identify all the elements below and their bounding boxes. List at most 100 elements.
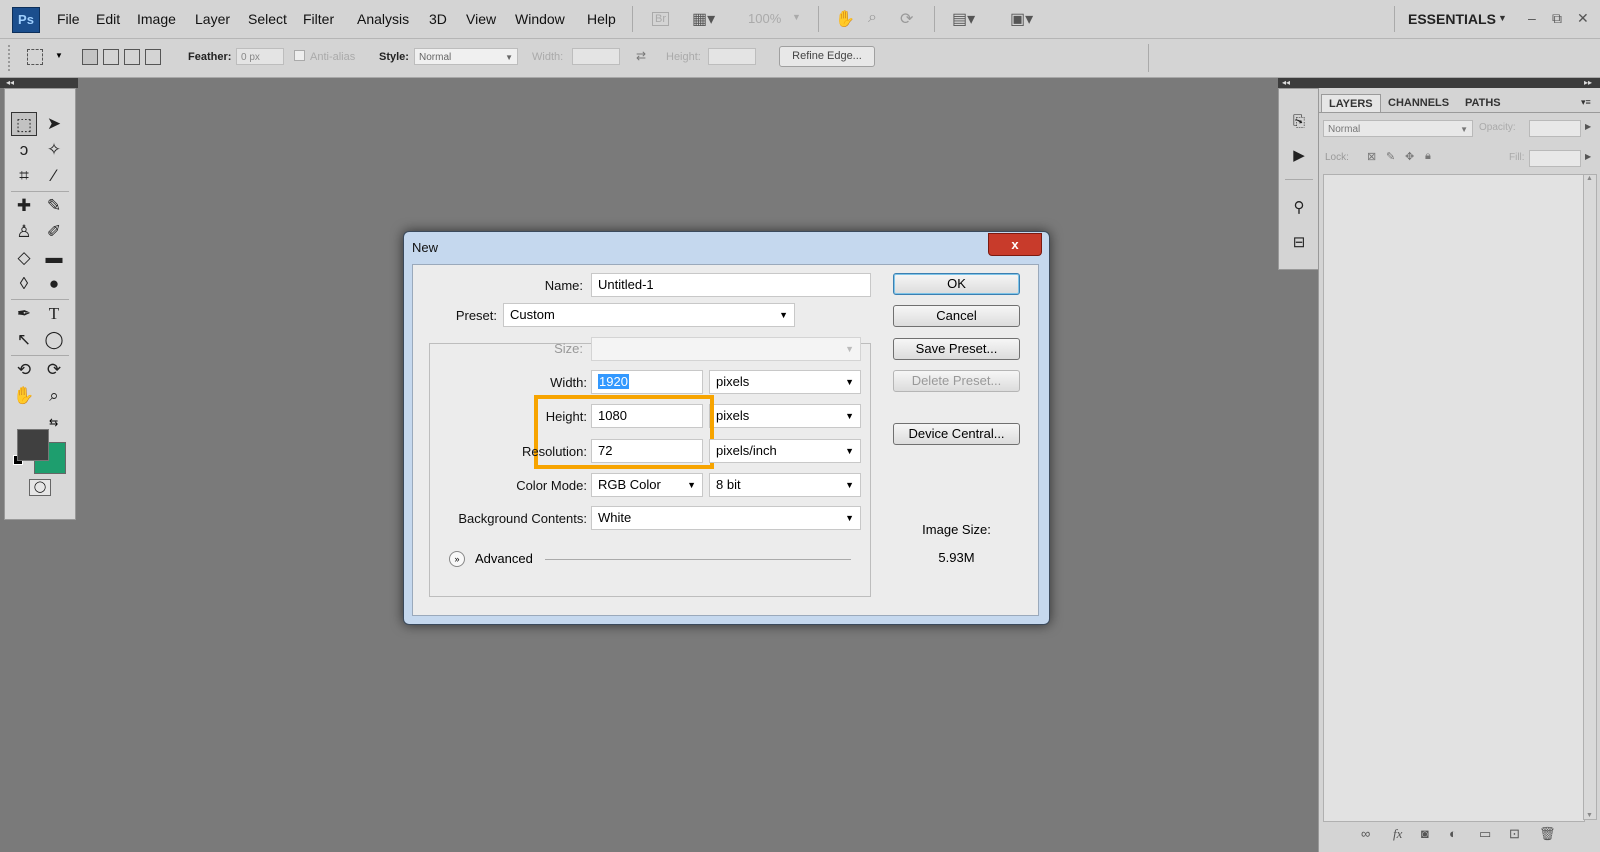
zoom-level[interactable]: 100% [748,11,781,26]
3d-rotate-tool-icon[interactable]: ⟲ [11,358,37,382]
tab-layers[interactable]: LAYERS [1321,94,1381,113]
new-layer-icon[interactable]: ⊡ [1509,826,1520,842]
magic-wand-tool-icon[interactable]: ✧ [41,138,67,162]
clone-stamp-tool-icon[interactable]: ♙ [11,220,37,244]
masks-panel-icon[interactable]: ⊟ [1288,232,1310,254]
height-input[interactable] [708,48,756,65]
layers-list[interactable] [1323,174,1585,822]
dialog-close-button[interactable]: x [988,233,1042,256]
link-layers-icon[interactable]: ∞ [1361,826,1370,841]
resolution-input[interactable]: 72 [591,439,703,463]
opacity-input[interactable] [1529,120,1581,137]
screen-layout-icon[interactable]: ▣▾ [1010,9,1033,29]
advanced-expand-icon[interactable]: » [449,551,465,567]
name-input[interactable]: Untitled-1 [591,273,871,297]
style-select[interactable]: Normal ▼ [414,48,518,65]
quick-mask-icon[interactable]: ◯ [29,479,51,496]
menu-help[interactable]: Help [587,11,616,27]
gradient-tool-icon[interactable]: ▬ [41,246,67,270]
type-tool-icon[interactable]: T [41,302,67,326]
close-icon[interactable]: ✕ [1577,10,1589,27]
width-input[interactable]: 1920 [591,370,703,394]
background-contents-select[interactable]: White ▼ [591,506,861,530]
lasso-tool-icon[interactable]: ↄ [11,138,37,162]
blur-tool-icon[interactable]: ◊ [11,272,37,296]
lock-image-icon[interactable]: ✎ [1386,150,1395,163]
rect-marquee-tool-icon[interactable]: ⬚ [11,112,37,136]
history-panel-icon[interactable]: ⎘ [1288,111,1310,133]
panel-collapse-strip[interactable]: ◂◂ ▸▸ [1278,78,1600,88]
minimize-icon[interactable]: – [1528,10,1536,26]
history-brush-tool-icon[interactable]: ✐ [41,220,67,244]
chevron-down-icon[interactable]: ▼ [1498,13,1507,23]
advanced-label[interactable]: Advanced [475,551,533,566]
actions-panel-icon[interactable]: ▶ [1288,145,1310,167]
panel-menu-icon[interactable]: ▾≡ [1581,97,1591,108]
menu-layer[interactable]: Layer [195,11,230,27]
eyedropper-tool-icon[interactable]: ⁄ [41,164,67,188]
tab-paths[interactable]: PATHS [1458,94,1508,112]
device-central-button[interactable]: Device Central... [893,423,1020,445]
zoom-tool-icon[interactable]: ⌕ [41,384,67,408]
brush-tool-icon[interactable]: ✎ [41,194,67,218]
restore-icon[interactable]: ⧉ [1552,10,1562,27]
zoom-icon[interactable]: ⌕ [868,9,877,27]
menu-3d[interactable]: 3D [429,11,447,27]
preset-select[interactable]: Custom ▼ [503,303,795,327]
menu-analysis[interactable]: Analysis [357,11,409,27]
eraser-tool-icon[interactable]: ◇ [11,246,37,270]
tab-channels[interactable]: CHANNELS [1381,94,1456,112]
menu-view[interactable]: View [466,11,496,27]
toolbar-collapse-strip[interactable]: ◂◂ [0,78,78,88]
add-selection-icon[interactable] [103,49,119,65]
grip-handle[interactable] [8,45,14,71]
new-group-icon[interactable]: ▭ [1479,826,1491,842]
hand-icon[interactable]: ✋ [835,9,855,29]
menu-filter[interactable]: Filter [303,11,334,27]
save-preset-button[interactable]: Save Preset... [893,338,1020,360]
swap-icon[interactable]: ⇄ [636,49,646,63]
size-select[interactable]: ▼ [591,337,861,361]
height-unit-select[interactable]: pixels ▼ [709,404,861,428]
pen-tool-icon[interactable]: ✒ [11,302,37,326]
spot-healing-tool-icon[interactable]: ✚ [11,194,37,218]
foreground-color-swatch[interactable] [17,429,49,461]
antialias-checkbox[interactable] [294,50,305,61]
scroll-down-icon[interactable]: ▼ [1586,812,1593,819]
swap-colors-icon[interactable]: ⇆ [49,416,58,429]
rect-marquee-preset-icon[interactable] [27,49,43,65]
scroll-up-icon[interactable]: ▲ [1586,175,1593,182]
refine-edge-button[interactable]: Refine Edge... [779,46,875,67]
feather-input[interactable]: 0 px [236,48,284,65]
chevron-down-icon[interactable]: ▼ [55,51,63,60]
menu-image[interactable]: Image [137,11,176,27]
path-selection-tool-icon[interactable]: ↖ [11,328,37,352]
layers-scrollbar[interactable]: ▲ ▼ [1583,174,1597,820]
adjustments-panel-icon[interactable]: ⚲ [1288,197,1310,219]
width-unit-select[interactable]: pixels ▼ [709,370,861,394]
lock-position-icon[interactable]: ✥ [1405,150,1414,163]
menu-edit[interactable]: Edit [96,11,120,27]
chevron-right-icon[interactable]: ▶ [1585,122,1591,131]
photoshop-logo[interactable]: Ps [12,7,40,33]
bit-depth-select[interactable]: 8 bit ▼ [709,473,861,497]
menu-select[interactable]: Select [248,11,287,27]
layer-style-icon[interactable]: fx [1393,826,1402,842]
delete-layer-icon[interactable]: 🗑︎ [1539,826,1556,842]
menu-window[interactable]: Window [515,11,565,27]
resolution-unit-select[interactable]: pixels/inch ▼ [709,439,861,463]
workspace-switcher[interactable]: ESSENTIALS [1408,11,1496,27]
blend-mode-select[interactable]: Normal ▼ [1323,120,1473,137]
chevron-down-icon[interactable]: ▼ [792,12,801,22]
fill-input[interactable] [1529,150,1581,167]
crop-tool-icon[interactable]: ⌗ [11,164,37,188]
intersect-selection-icon[interactable] [145,49,161,65]
ellipse-tool-icon[interactable]: ◯ [41,328,67,352]
menu-file[interactable]: File [57,11,80,27]
lock-transparent-icon[interactable]: ⊠ [1367,150,1376,163]
width-input[interactable] [572,48,620,65]
bridge-icon[interactable]: Br [652,12,669,26]
adjustment-layer-icon[interactable]: ◐ [1449,826,1457,841]
rotate-view-icon[interactable]: ⟳ [900,9,913,29]
color-mode-select[interactable]: RGB Color ▼ [591,473,703,497]
